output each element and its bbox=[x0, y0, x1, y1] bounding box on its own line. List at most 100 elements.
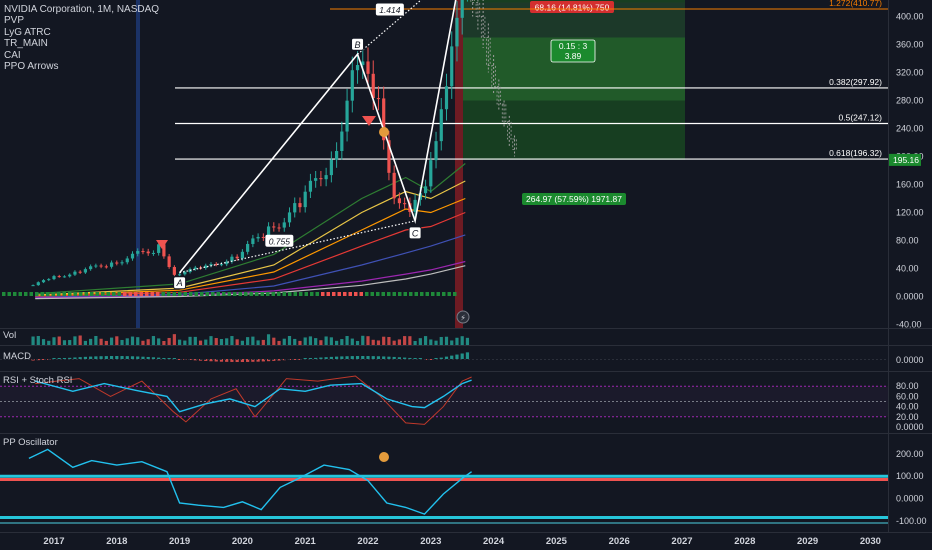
candle-body bbox=[282, 222, 286, 228]
trend-strip bbox=[123, 292, 127, 296]
trend-strip bbox=[90, 292, 94, 296]
macd-bar bbox=[172, 358, 176, 359]
candle-body bbox=[120, 262, 124, 264]
fib-label: 0.618(196.32) bbox=[829, 148, 882, 158]
trend-strip bbox=[403, 292, 407, 296]
trend-strip bbox=[453, 292, 457, 296]
chart-canvas[interactable]: 68.16 (14.81%) 750 0.15 : 33.89 264.97 (57… bbox=[0, 0, 932, 550]
macd-bar bbox=[89, 356, 93, 359]
trend-strip bbox=[167, 292, 171, 296]
volume-bar bbox=[298, 340, 302, 345]
volume-bar bbox=[57, 336, 61, 345]
volume-bar bbox=[225, 338, 229, 345]
indicator-pvp[interactable]: PVP bbox=[4, 15, 159, 26]
trend-strip bbox=[315, 292, 319, 296]
indicator-lyg-atrc[interactable]: LyG ATRC bbox=[4, 27, 159, 38]
indicator-ppo-arrows[interactable]: PPO Arrows bbox=[4, 61, 159, 72]
macd-bar bbox=[109, 356, 114, 359]
candle-body bbox=[104, 266, 108, 268]
volume-bar bbox=[141, 340, 145, 345]
candle-body bbox=[136, 251, 140, 254]
trend-strip bbox=[376, 292, 380, 296]
volume-bar bbox=[350, 338, 354, 345]
volume-bar bbox=[172, 334, 176, 345]
trend-strip bbox=[414, 292, 418, 296]
macd-bar bbox=[157, 357, 161, 359]
trend-strip bbox=[387, 292, 391, 296]
pattern-point-c: C bbox=[408, 226, 422, 240]
candle-body bbox=[256, 236, 260, 239]
price-tick-label: 400.00 bbox=[896, 12, 924, 22]
trend-strip bbox=[222, 292, 226, 296]
trend-strip bbox=[381, 292, 385, 296]
trend-strip bbox=[57, 292, 61, 296]
candle-body bbox=[109, 262, 114, 267]
volume-bar bbox=[287, 336, 292, 345]
macd-bar bbox=[382, 356, 386, 359]
trend-strip bbox=[354, 292, 358, 296]
volume-bar bbox=[146, 339, 150, 345]
rsi-tick-label: 40.00 bbox=[896, 402, 919, 412]
trend-strip bbox=[194, 292, 198, 296]
macd-bar bbox=[366, 356, 370, 359]
pane-label: PP Oscillator bbox=[3, 437, 58, 448]
trend-strip bbox=[200, 292, 204, 296]
candle-body bbox=[251, 238, 255, 244]
macd-bar bbox=[68, 357, 72, 359]
macd-bar bbox=[324, 357, 328, 359]
pane-label: Vol bbox=[3, 330, 16, 341]
trend-strip bbox=[95, 292, 99, 296]
trend-strip bbox=[304, 292, 308, 296]
volume-bar bbox=[282, 338, 286, 345]
candle-body bbox=[130, 253, 135, 259]
volume-bar bbox=[235, 339, 239, 345]
time-tick-label: 2028 bbox=[734, 536, 755, 547]
macd-bar bbox=[115, 356, 119, 359]
price-tick-label: 240.00 bbox=[896, 124, 924, 134]
pane-label: RSI + Stoch RSI bbox=[3, 375, 72, 386]
trend-strip bbox=[370, 292, 374, 296]
volume-bar bbox=[376, 340, 381, 345]
indicator-tr-main[interactable]: TR_MAIN bbox=[4, 38, 159, 49]
macd-bar bbox=[329, 356, 333, 359]
trend-strip bbox=[156, 292, 160, 296]
volume-bar bbox=[403, 336, 407, 345]
price-tick-label: 320.00 bbox=[896, 68, 924, 78]
candle-body bbox=[235, 256, 239, 259]
time-tick-label: 2018 bbox=[106, 536, 127, 547]
macd-bar bbox=[99, 356, 103, 359]
time-tick-label: 2023 bbox=[420, 536, 441, 547]
trend-strip bbox=[68, 292, 72, 296]
macd-bar bbox=[57, 358, 61, 359]
candle-body bbox=[429, 160, 433, 187]
pp-tick-label: 200.00 bbox=[896, 449, 924, 459]
volume-bar bbox=[413, 340, 417, 345]
volume-bar bbox=[115, 336, 119, 345]
macd-bar bbox=[434, 358, 438, 359]
macd-bar bbox=[319, 357, 323, 359]
volume-bar bbox=[418, 338, 422, 345]
trend-strip bbox=[392, 292, 396, 296]
volume-bar bbox=[429, 339, 433, 345]
price-tick-label: 80.00 bbox=[896, 236, 919, 246]
volume-bar bbox=[308, 336, 313, 345]
trend-strip bbox=[117, 292, 121, 296]
macd-bar bbox=[136, 356, 140, 359]
volume-bar bbox=[434, 340, 438, 345]
candle-body bbox=[125, 258, 129, 263]
ratio-label-top: 0.15 : 3 bbox=[559, 41, 588, 51]
pattern-ratio-label: 0.755 bbox=[269, 236, 291, 246]
macd-bar bbox=[308, 358, 313, 359]
volume-bar bbox=[303, 337, 307, 345]
indicator-cai[interactable]: CAI bbox=[4, 50, 159, 61]
volume-bar bbox=[361, 335, 365, 345]
macd-bar bbox=[52, 358, 56, 359]
candle-body bbox=[397, 198, 401, 204]
macd-bar bbox=[387, 356, 391, 359]
time-tick-label: 2030 bbox=[860, 536, 881, 547]
trend-strip bbox=[310, 292, 314, 296]
candle-body bbox=[146, 251, 150, 254]
symbol-title[interactable]: NVIDIA Corporation, 1M, NASDAQ bbox=[4, 4, 159, 15]
volume-bar bbox=[204, 339, 208, 345]
volume-bar bbox=[261, 339, 265, 345]
